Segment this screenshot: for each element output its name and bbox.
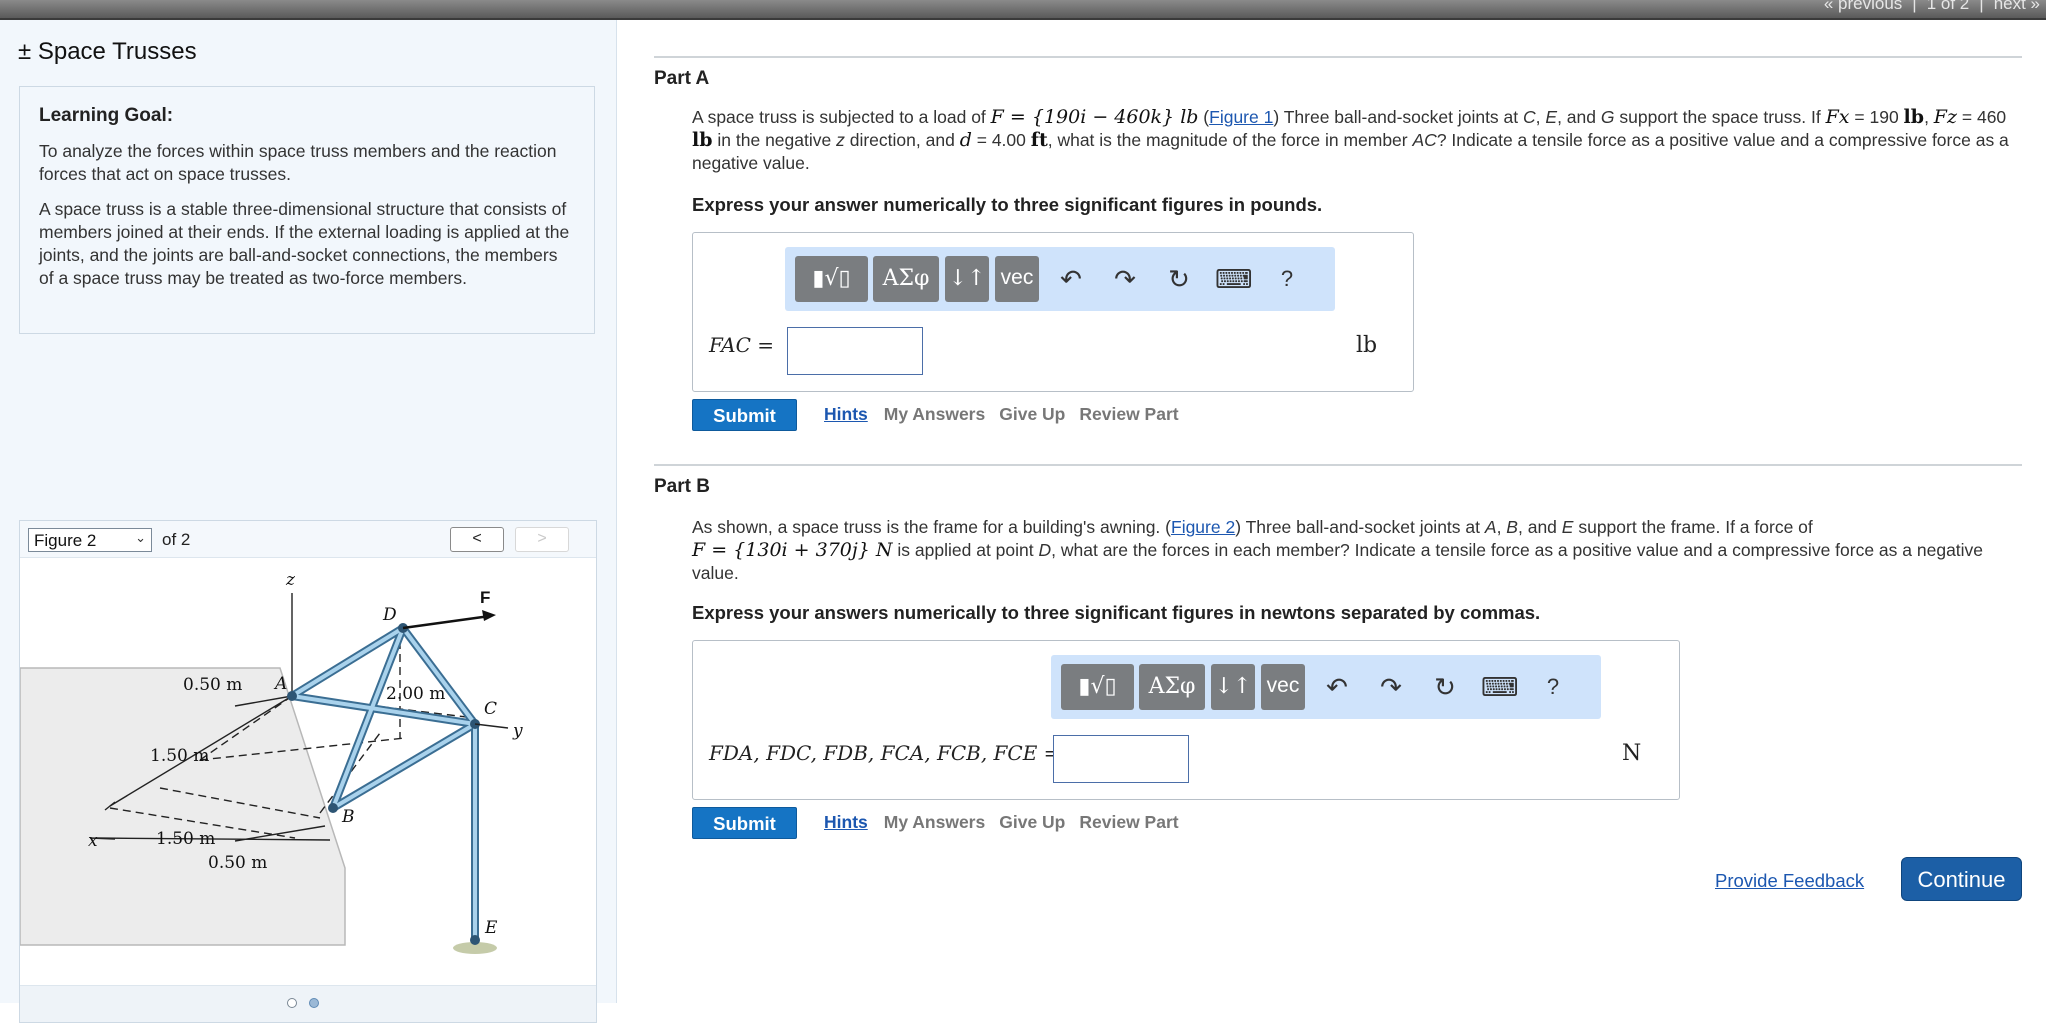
label-x: x [88, 831, 98, 851]
keyboard-icon[interactable]: ⌨ [1215, 261, 1253, 297]
figure-1-link[interactable]: Figure 1 [1209, 107, 1273, 127]
label-y: y [512, 721, 523, 741]
part-a-unit: lb [1356, 333, 1378, 358]
vector-button[interactable]: vec [1261, 664, 1305, 710]
part-a-load: F = {190i − 460k} lb [990, 106, 1199, 128]
part-b-give-up-link[interactable]: Give Up [999, 812, 1065, 832]
greek-symbols-button[interactable]: ΑΣφ [873, 256, 939, 302]
part-b-problem-text: As shown, a space truss is the frame for… [692, 517, 1984, 583]
figure-next-button[interactable]: > [515, 527, 569, 552]
top-bar: « previous | 1 of 2 | next » [0, 0, 2046, 20]
label-B: B [341, 807, 355, 827]
part-a: Part A A space truss is subjected to a l… [654, 66, 2022, 446]
redo-icon[interactable]: ↷ [1107, 261, 1143, 297]
label-A: A [273, 674, 287, 694]
label-C: C [484, 699, 497, 719]
part-b-answer-label: FDA, FDC, FDB, FCA, FCB, FCE = [709, 741, 1061, 765]
part-a-answer-box: ▮√▯ ΑΣφ ↓↑ vec ↶ ↷ ↻ ⌨ ? FAC = lb [692, 232, 1414, 392]
figure-dot-1[interactable] [287, 998, 297, 1008]
provide-feedback-link[interactable]: Provide Feedback [1715, 870, 1864, 892]
learning-goal-box: Learning Goal: To analyze the forces wit… [19, 86, 595, 334]
wall-shape [19, 667, 346, 946]
part-b-unit: N [1622, 741, 1642, 766]
part-a-give-up-link[interactable]: Give Up [999, 404, 1065, 424]
arrows-button[interactable]: ↓↑ [945, 256, 989, 302]
arrows-button[interactable]: ↓↑ [1211, 664, 1255, 710]
top-pagination: « previous | 1 of 2 | next » [1824, 0, 2040, 14]
label-E: E [484, 918, 498, 938]
part-b-actions: Hints My Answers Give Up Review Part [824, 812, 1179, 833]
continue-button[interactable]: Continue [1901, 857, 2022, 901]
dim-200: 2.00 m [386, 684, 445, 704]
label-F: F [480, 588, 490, 607]
greek-symbols-button[interactable]: ΑΣφ [1139, 664, 1205, 710]
figure-pager [20, 985, 596, 1022]
part-a-divider [654, 56, 2022, 58]
reset-icon[interactable]: ↻ [1161, 261, 1197, 297]
part-a-submit-button[interactable]: Submit [692, 399, 797, 431]
reset-icon[interactable]: ↻ [1427, 669, 1463, 705]
previous-link[interactable]: « previous [1824, 0, 1902, 13]
part-b-title[interactable]: Part B [654, 476, 710, 498]
figure-header: Figure 2 ⌄ of 2 < > [20, 521, 596, 558]
assignment-title[interactable]: ± Space Trusses [18, 38, 197, 66]
dim-050-top: 0.50 m [183, 675, 242, 695]
figure-image: z D F A C y B E x 0.50 m 1.50 m 2.00 m 1… [19, 558, 596, 982]
part-a-actions: Hints My Answers Give Up Review Part [824, 404, 1179, 425]
figure-dot-2[interactable] [309, 998, 319, 1008]
left-sidebar: ± Space Trusses Learning Goal: To analyz… [0, 20, 617, 1023]
part-b-answer-input[interactable] [1053, 735, 1189, 783]
keyboard-icon[interactable]: ⌨ [1481, 669, 1519, 705]
chevron-down-icon: ⌄ [135, 530, 146, 545]
next-link[interactable]: next » [1994, 0, 2040, 13]
figure-panel: Figure 2 ⌄ of 2 < > z D F A C y B E x 0.… [19, 520, 597, 1023]
part-b-review-link[interactable]: Review Part [1079, 812, 1178, 832]
figure-select-value: Figure 2 [34, 531, 97, 550]
part-a-answer-input[interactable] [787, 327, 923, 375]
redo-icon[interactable]: ↷ [1373, 669, 1409, 705]
learning-goal-text: To analyze the forces within space truss… [39, 141, 557, 184]
learning-goal-heading: Learning Goal: [39, 105, 174, 126]
page-indicator: 1 of 2 [1926, 0, 1970, 13]
part-a-instructions: Express your answer numerically to three… [692, 194, 1323, 215]
part-a-hints-link[interactable]: Hints [824, 404, 868, 424]
dim-150-bottom: 1.50 m [156, 829, 215, 849]
figure-count: of 2 [162, 530, 191, 549]
part-b-answer-box: ▮√▯ ΑΣφ ↓↑ vec ↶ ↷ ↻ ⌨ ? FDA, FDC, FDB, … [692, 640, 1680, 800]
label-z: z [285, 570, 296, 590]
templates-button[interactable]: ▮√▯ [1061, 664, 1134, 710]
learning-goal-description: A space truss is a stable three-dimensio… [39, 199, 570, 288]
templates-button[interactable]: ▮√▯ [795, 256, 868, 302]
undo-icon[interactable]: ↶ [1053, 261, 1089, 297]
label-D: D [382, 605, 397, 625]
figure-prev-button[interactable]: < [450, 527, 504, 552]
part-b: Part B As shown, a space truss is the fr… [654, 474, 2022, 839]
part-a-title[interactable]: Part A [654, 68, 709, 90]
dim-050-bottom: 0.50 m [208, 853, 267, 873]
part-b-math-toolbar: ▮√▯ ΑΣφ ↓↑ vec ↶ ↷ ↻ ⌨ ? [1051, 655, 1601, 719]
part-a-my-answers-link[interactable]: My Answers [884, 404, 985, 424]
help-icon[interactable]: ? [1269, 261, 1305, 297]
part-b-divider [654, 464, 2022, 466]
undo-icon[interactable]: ↶ [1319, 669, 1355, 705]
part-a-answer-label: FAC = [709, 333, 774, 357]
part-b-submit-button[interactable]: Submit [692, 807, 797, 839]
figure-2-link[interactable]: Figure 2 [1171, 517, 1235, 537]
figure-select[interactable]: Figure 2 ⌄ [28, 528, 152, 552]
part-a-problem-text: A space truss is subjected to a load of … [692, 106, 2009, 173]
part-b-instructions: Express your answers numerically to thre… [692, 602, 1541, 623]
vector-button[interactable]: vec [995, 256, 1039, 302]
help-icon[interactable]: ? [1535, 669, 1571, 705]
part-b-hints-link[interactable]: Hints [824, 812, 868, 832]
part-a-math-toolbar: ▮√▯ ΑΣφ ↓↑ vec ↶ ↷ ↻ ⌨ ? [785, 247, 1335, 311]
part-a-review-link[interactable]: Review Part [1079, 404, 1178, 424]
part-b-force: F = {130i + 370j} N [692, 539, 893, 561]
dim-150-left: 1.50 m [150, 746, 209, 766]
truss-diagram: z D F A C y B E x 0.50 m 1.50 m 2.00 m 1… [19, 570, 523, 954]
part-b-my-answers-link[interactable]: My Answers [884, 812, 985, 832]
